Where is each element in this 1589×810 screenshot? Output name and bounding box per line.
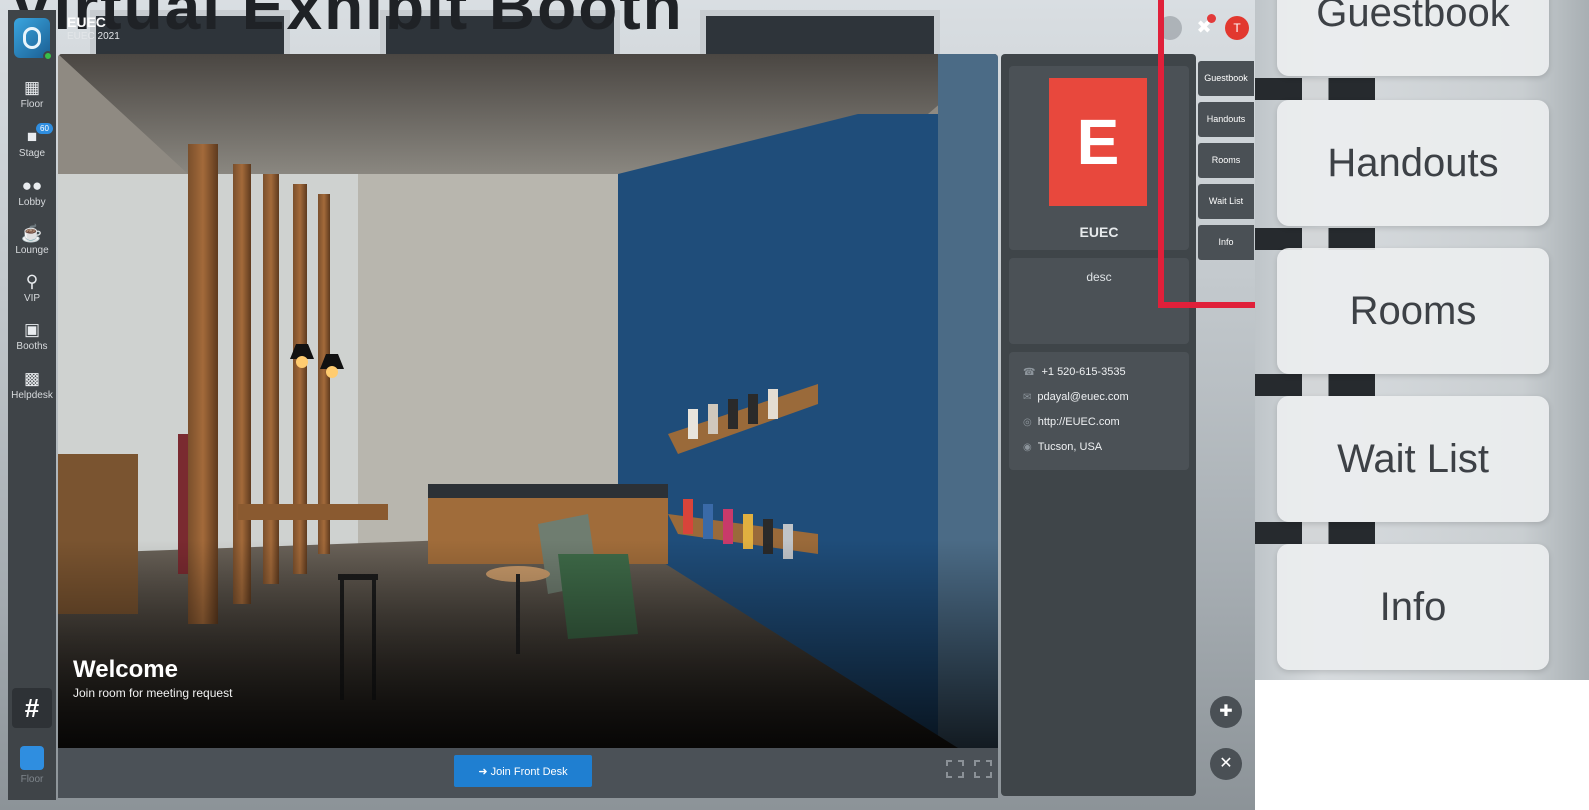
sidebar-item-vip[interactable]: ⚲ VIP: [8, 272, 56, 304]
contact-card: ☎ +1 520-615-3535 ✉ pdayal@euec.com ◎ http:…: [1009, 352, 1189, 470]
add-user-icon: ✚: [1219, 703, 1233, 720]
floor-icon[interactable]: [20, 746, 44, 770]
store-icon: ▣: [23, 320, 41, 339]
website-text: http://EUEC.com: [1037, 416, 1120, 428]
phone-row[interactable]: ☎ +1 520-615-3535: [1023, 366, 1126, 378]
sign-in-icon: ➜: [478, 765, 491, 778]
mail-icon: ✉: [1023, 392, 1032, 403]
sidebar-item-label: Booths: [16, 341, 48, 352]
booth-hero-image: Welcome Join room for meeting request: [58, 54, 998, 748]
online-status-dot: [43, 51, 53, 61]
blank-area: [1255, 680, 1589, 810]
zoom-menu-rooms[interactable]: Rooms: [1277, 248, 1549, 374]
sidebar-item-label: Lounge: [15, 245, 49, 256]
app-subtitle: EUEC 2021: [67, 31, 120, 42]
office-scene-illustration: [58, 54, 998, 748]
location-text: Tucson, USA: [1037, 441, 1103, 453]
sidebar-item-label: Lobby: [18, 197, 46, 208]
stage-count-badge: 60: [36, 123, 53, 134]
coffee-icon: ☕: [21, 224, 43, 243]
hashtag-button[interactable]: #: [12, 688, 52, 728]
zoom-menu-info[interactable]: Info: [1277, 544, 1549, 670]
welcome-heading: Welcome: [73, 656, 178, 683]
sidebar-item-label: VIP: [23, 293, 41, 304]
zoom-menu-handouts[interactable]: Handouts: [1277, 100, 1549, 226]
join-front-desk-button[interactable]: ➜ Join Front Desk: [454, 755, 592, 787]
zoom-menu-guestbook[interactable]: Guestbook: [1277, 0, 1549, 76]
sidebar-item-label: Floor: [20, 99, 44, 110]
welcome-subtitle: Join room for meeting request: [73, 686, 233, 700]
expand-icon[interactable]: [946, 760, 964, 778]
zoom-bg-stripe: [1255, 78, 1589, 100]
sidebar-item-lobby[interactable]: ●● Lobby: [8, 176, 56, 208]
globe-icon: ◎: [1023, 417, 1032, 428]
sidebar-item-booths[interactable]: ▣ Booths: [8, 320, 56, 352]
collapse-icon[interactable]: [974, 760, 992, 778]
app-logo[interactable]: [14, 18, 53, 61]
users-icon: ●●: [21, 176, 43, 195]
sidebar-item-helpdesk[interactable]: ▩ Helpdesk: [8, 369, 56, 401]
close-button[interactable]: ✕: [1210, 748, 1242, 780]
email-text: pdayal@euec.com: [1037, 391, 1129, 403]
add-user-button[interactable]: ✚: [1210, 696, 1242, 728]
phone-text: +1 520-615-3535: [1041, 366, 1126, 378]
zoom-menu-wait-list[interactable]: Wait List: [1277, 396, 1549, 522]
sidebar-item-lounge[interactable]: ☕ Lounge: [8, 224, 56, 256]
zoom-bg-stripe: [1255, 374, 1589, 396]
location-pin-icon: ◉: [1023, 442, 1032, 453]
map-icon: ▦: [23, 78, 41, 97]
email-row[interactable]: ✉ pdayal@euec.com: [1023, 391, 1129, 403]
app-title: EUEC: [67, 14, 106, 30]
location-row: ◉ Tucson, USA: [1023, 441, 1102, 453]
highlight-frame: [1158, 0, 1270, 308]
website-row[interactable]: ◎ http://EUEC.com: [1023, 416, 1120, 428]
zoom-bg-stripe: [1255, 228, 1589, 250]
sidebar-item-label: Helpdesk: [11, 390, 53, 401]
zoom-bg-stripe: [1255, 522, 1589, 544]
floor-mini-label: Floor: [20, 774, 44, 785]
zoomed-menu-inset: Guestbook Handouts Rooms Wait List Info: [1255, 0, 1589, 680]
sidebar-item-stage[interactable]: ■ 60 Stage: [8, 123, 56, 159]
highlight-connector: [1158, 302, 1270, 308]
close-icon: ✕: [1219, 755, 1233, 772]
join-button-label: Join Front Desk: [490, 765, 568, 778]
hero-action-bar: ➜ Join Front Desk: [58, 748, 998, 798]
sidebar-item-label: Stage: [18, 148, 46, 159]
phone-icon: ☎: [1023, 367, 1036, 378]
sidebar-item-floor[interactable]: ▦ Floor: [8, 78, 56, 110]
robot-icon: ▩: [23, 369, 41, 388]
left-sidebar: ▦ Floor ■ 60 Stage ●● Lobby ☕ Lounge ⚲ V…: [8, 10, 56, 800]
org-avatar: E: [1049, 78, 1147, 206]
microphone-icon: ⚲: [25, 272, 39, 291]
